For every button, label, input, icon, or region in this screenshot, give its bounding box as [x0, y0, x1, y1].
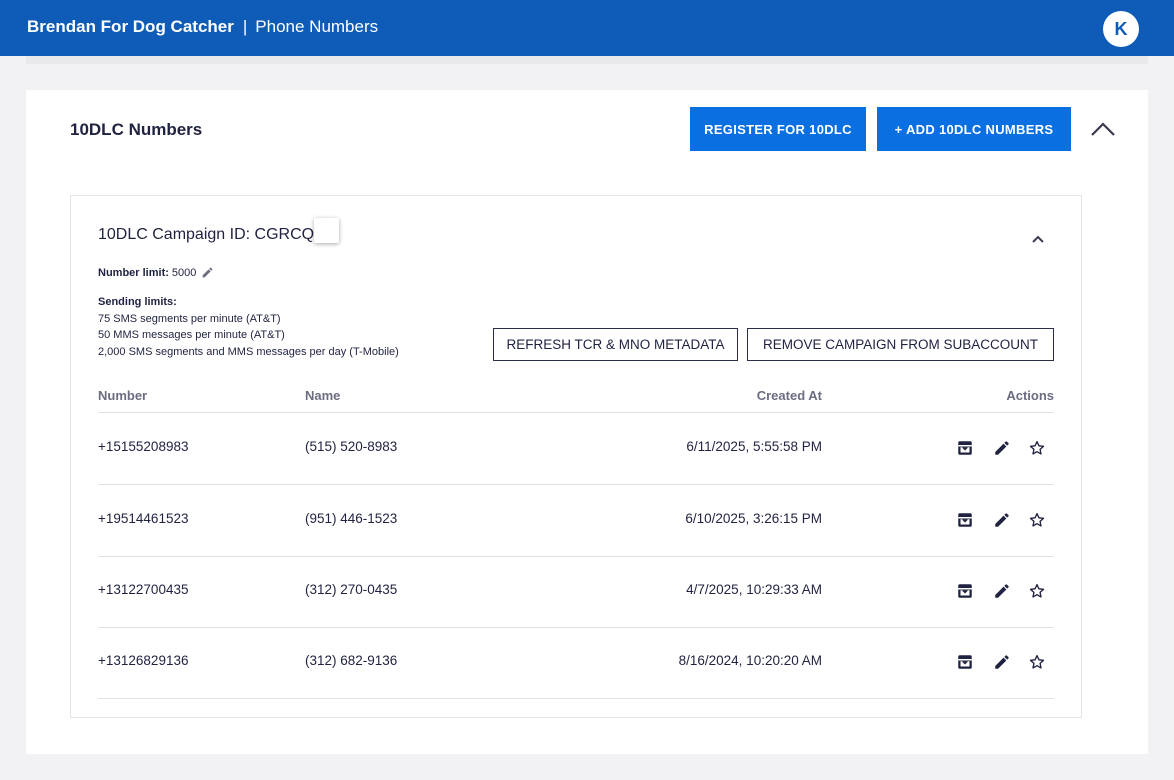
column-header-number[interactable]: Number: [98, 388, 147, 403]
column-header-actions: Actions: [1006, 388, 1054, 403]
edit-icon[interactable]: [993, 582, 1011, 600]
archive-icon[interactable]: [956, 511, 974, 529]
top-app-bar: Brendan For Dog Catcher | Phone Numbers K: [0, 0, 1174, 56]
campaign-panel: 10DLC Campaign ID: CGRCQ Number limit: 5…: [70, 195, 1082, 718]
app-name: Brendan For Dog Catcher: [27, 17, 234, 36]
created-at-cell: 4/7/2025, 10:29:33 AM: [686, 582, 822, 597]
created-at-cell: 6/10/2025, 3:26:15 PM: [685, 511, 822, 526]
star-icon[interactable]: [1028, 653, 1046, 671]
edit-icon[interactable]: [993, 653, 1011, 671]
tendlc-numbers-card: 10DLC Numbers REGISTER FOR 10DLC + ADD 1…: [26, 90, 1148, 754]
sending-limit-line: 75 SMS segments per minute (AT&T): [98, 313, 281, 325]
star-icon[interactable]: [1028, 582, 1046, 600]
app-title: Brendan For Dog Catcher | Phone Numbers: [27, 17, 378, 37]
star-icon[interactable]: [1028, 439, 1046, 457]
phone-number-cell: +15155208983: [98, 439, 189, 454]
campaign-title: 10DLC Campaign ID: CGRCQ: [98, 226, 315, 243]
created-at-cell: 8/16/2024, 10:20:20 AM: [678, 653, 822, 668]
add-10dlc-numbers-button[interactable]: + ADD 10DLC NUMBERS: [877, 107, 1071, 151]
title-separator: |: [242, 17, 248, 36]
number-limit-label: Number limit:: [98, 266, 169, 279]
table-row: +13122700435 (312) 270-0435 4/7/2025, 10…: [98, 556, 1054, 628]
name-cell: (515) 520-8983: [305, 439, 398, 454]
name-cell: (312) 270-0435: [305, 582, 398, 597]
table-row: +15155208983 (515) 520-8983 6/11/2025, 5…: [98, 413, 1054, 485]
column-header-created-at[interactable]: Created At: [757, 388, 822, 403]
archive-icon[interactable]: [956, 582, 974, 600]
archive-icon[interactable]: [956, 439, 974, 457]
archive-icon[interactable]: [956, 653, 974, 671]
collapse-section-icon[interactable]: [1090, 117, 1116, 143]
section-title: 10DLC Numbers: [70, 120, 203, 139]
copy-id-button[interactable]: [314, 218, 339, 243]
name-cell: (312) 682-9136: [305, 653, 398, 668]
sending-limit-line: 50 MMS messages per minute (AT&T): [98, 329, 285, 341]
edit-limit-icon[interactable]: [201, 266, 214, 279]
remove-campaign-button[interactable]: REMOVE CAMPAIGN FROM SUBACCOUNT: [747, 328, 1054, 361]
created-at-cell: 6/11/2025, 5:55:58 PM: [686, 439, 822, 454]
edit-icon[interactable]: [993, 511, 1011, 529]
edit-icon[interactable]: [993, 439, 1011, 457]
table-row: +13126829136 (312) 682-9136 8/16/2024, 1…: [98, 627, 1054, 699]
phone-number-cell: +19514461523: [98, 511, 189, 526]
sending-limits-label: Sending limits:: [98, 296, 177, 308]
page-title: Phone Numbers: [255, 17, 379, 36]
register-10dlc-button[interactable]: REGISTER FOR 10DLC: [690, 107, 866, 151]
sending-limit-line: 2,000 SMS segments and MMS messages per …: [98, 346, 399, 358]
number-limit-value: 5000: [171, 266, 197, 279]
refresh-metadata-button[interactable]: REFRESH TCR & MNO METADATA: [493, 328, 738, 361]
number-limit: Number limit: 5000: [98, 266, 214, 279]
user-avatar[interactable]: K: [1103, 11, 1139, 47]
table-row: +19514461523 (951) 446-1523 6/10/2025, 3…: [98, 485, 1054, 557]
header-shadow-band: [26, 56, 1148, 64]
column-header-name[interactable]: Name: [305, 388, 340, 403]
star-icon[interactable]: [1028, 511, 1046, 529]
phone-number-cell: +13122700435: [98, 582, 189, 597]
phone-number-cell: +13126829136: [98, 653, 189, 668]
collapse-campaign-icon[interactable]: [1029, 230, 1047, 248]
name-cell: (951) 446-1523: [305, 511, 398, 526]
